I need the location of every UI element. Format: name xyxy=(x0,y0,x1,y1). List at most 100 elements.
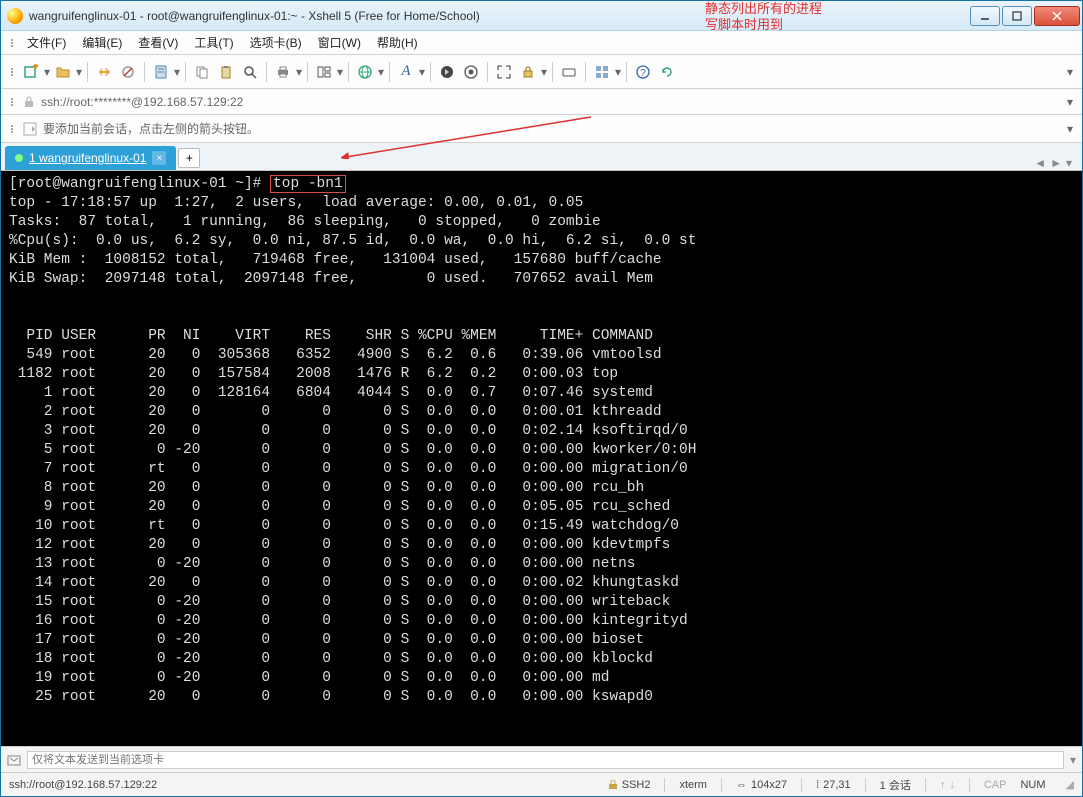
separator xyxy=(185,62,186,82)
send-icon[interactable] xyxy=(7,753,21,767)
dropdown-icon[interactable]: ▾ xyxy=(295,65,303,79)
window-buttons xyxy=(968,6,1080,26)
separator xyxy=(664,778,665,792)
address-overflow-icon[interactable]: ▾ xyxy=(1066,95,1074,109)
refresh-icon[interactable] xyxy=(656,61,678,83)
compose-input[interactable] xyxy=(27,751,1064,769)
menu-item[interactable]: 帮助(H) xyxy=(369,32,426,53)
dropdown-icon[interactable]: ▾ xyxy=(336,65,344,79)
hintbar: 要添加当前会话，点击左侧的箭头按钮。 ▾ xyxy=(1,115,1082,143)
dropdown-icon[interactable]: ▾ xyxy=(377,65,385,79)
dropdown-icon[interactable]: ▾ xyxy=(75,65,83,79)
fullscreen-icon[interactable] xyxy=(493,61,515,83)
separator xyxy=(266,62,267,82)
grip-icon[interactable] xyxy=(9,125,15,133)
layout-icon[interactable] xyxy=(313,61,335,83)
dropdown-icon[interactable]: ▾ xyxy=(418,65,426,79)
search-icon[interactable] xyxy=(239,61,261,83)
open-folder-icon[interactable] xyxy=(52,61,74,83)
tile-icon[interactable] xyxy=(591,61,613,83)
input-dropdown-icon[interactable]: ▾ xyxy=(1070,753,1076,767)
menu-item[interactable]: 窗口(W) xyxy=(310,32,369,53)
status-size: ⇔104x27 xyxy=(736,779,787,791)
hint-overflow-icon[interactable]: ▾ xyxy=(1066,122,1074,136)
globe-icon[interactable] xyxy=(354,61,376,83)
lock-icon[interactable] xyxy=(517,61,539,83)
maximize-button[interactable] xyxy=(1002,6,1032,26)
resize-grip-icon[interactable]: ◢ xyxy=(1066,778,1074,791)
help-icon[interactable]: ? xyxy=(632,61,654,83)
new-session-icon[interactable] xyxy=(20,61,42,83)
disconnect-icon[interactable] xyxy=(117,61,139,83)
paste-icon[interactable] xyxy=(215,61,237,83)
menu-item[interactable]: 编辑(E) xyxy=(74,32,130,53)
separator xyxy=(925,778,926,792)
window-title: wangruifenglinux-01 - root@wangruifengli… xyxy=(29,9,968,23)
process-header: PID USER PR NI VIRT RES SHR S %CPU %MEM … xyxy=(9,327,1074,346)
terminal[interactable]: [root@wangruifenglinux-01 ~]# top -bn1 t… xyxy=(1,171,1082,746)
prompt: [root@wangruifenglinux-01 ~]# xyxy=(9,176,270,192)
process-list: 549 root 20 0 305368 6352 4900 S 6.2 0.6… xyxy=(9,346,1074,707)
toolbar-overflow-icon[interactable]: ▾ xyxy=(1066,65,1074,79)
separator xyxy=(721,778,722,792)
record-icon[interactable] xyxy=(460,61,482,83)
reconnect-icon[interactable] xyxy=(93,61,115,83)
addressbar: ssh://root:********@192.168.57.129:22 ▾ xyxy=(1,89,1082,115)
status-dot-icon xyxy=(15,154,23,162)
top-summary: top - 17:18:57 up 1:27, 2 users, load av… xyxy=(9,194,1074,289)
separator xyxy=(87,62,88,82)
toolbar: ▾ ▾ ▾ ▾ ▾ ▾ A ▾ ▾ ▾ xyxy=(1,55,1082,89)
separator xyxy=(389,62,390,82)
separator xyxy=(801,778,802,792)
titlebar[interactable]: wangruifenglinux-01 - root@wangruifengli… xyxy=(1,1,1082,31)
tab-label: 1 wangruifenglinux-01 xyxy=(29,151,146,165)
keyboard-icon[interactable] xyxy=(558,61,580,83)
statusbar: ssh://root@192.168.57.129:22 SSH2 xterm … xyxy=(1,772,1082,796)
tab-nav: ◄ ► ▾ xyxy=(1034,156,1078,170)
status-caps: CAP xyxy=(984,779,1007,791)
separator xyxy=(552,62,553,82)
tab-next-icon[interactable]: ► xyxy=(1050,156,1062,170)
menu-item[interactable]: 文件(F) xyxy=(19,32,74,53)
print-icon[interactable] xyxy=(272,61,294,83)
status-sessions: 1 会话 xyxy=(880,777,911,793)
status-term: xterm xyxy=(679,779,707,791)
up-icon: ↑ xyxy=(940,779,946,791)
separator xyxy=(144,62,145,82)
inputbar: ▾ xyxy=(1,746,1082,772)
address-text[interactable]: ssh://root:********@192.168.57.129:22 xyxy=(41,95,243,109)
separator xyxy=(487,62,488,82)
separator xyxy=(348,62,349,82)
tab-close-icon[interactable]: × xyxy=(152,151,166,165)
command-highlight: top -bn1 xyxy=(270,175,346,193)
status-transfer: ↑↓ xyxy=(940,779,955,791)
properties-icon[interactable] xyxy=(150,61,172,83)
script-icon[interactable] xyxy=(436,61,458,83)
close-button[interactable] xyxy=(1034,6,1080,26)
status-cursor: ⁞27,31 xyxy=(816,779,851,791)
dropdown-icon[interactable]: ▾ xyxy=(173,65,181,79)
separator xyxy=(585,62,586,82)
menu-item[interactable]: 选项卡(B) xyxy=(242,32,310,53)
font-icon[interactable]: A xyxy=(395,61,417,83)
minimize-button[interactable] xyxy=(970,6,1000,26)
lock-icon xyxy=(23,96,35,108)
dropdown-icon[interactable]: ▾ xyxy=(540,65,548,79)
dropdown-icon[interactable]: ▾ xyxy=(614,65,622,79)
dropdown-icon[interactable]: ▾ xyxy=(43,65,51,79)
tab-add-button[interactable]: + xyxy=(178,148,200,168)
arrow-hint-icon[interactable] xyxy=(23,122,37,136)
tab-prev-icon[interactable]: ◄ xyxy=(1034,156,1046,170)
tab-list-icon[interactable]: ▾ xyxy=(1066,156,1072,170)
session-tab[interactable]: 1 wangruifenglinux-01 × xyxy=(5,146,176,170)
menu-item[interactable]: 工具(T) xyxy=(186,32,241,53)
menu-item[interactable]: 查看(V) xyxy=(130,32,186,53)
size-icon: ⇔ xyxy=(736,779,747,791)
status-ssh: SSH2 xyxy=(608,779,651,791)
grip-icon[interactable] xyxy=(9,39,15,47)
copy-icon[interactable] xyxy=(191,61,213,83)
app-window: wangruifenglinux-01 - root@wangruifengli… xyxy=(0,0,1083,797)
lock-icon xyxy=(608,780,618,790)
grip-icon[interactable] xyxy=(9,98,15,106)
grip-icon[interactable] xyxy=(9,68,15,76)
